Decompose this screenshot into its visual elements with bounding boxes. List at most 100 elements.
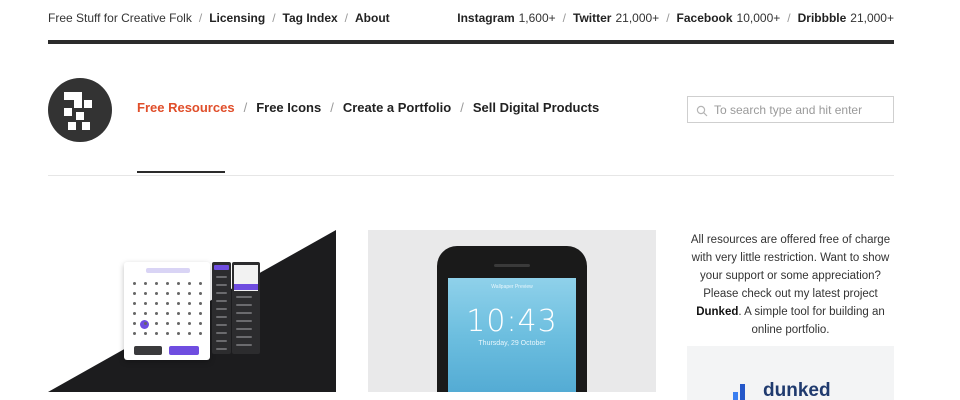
month-entry-line xyxy=(236,304,252,306)
calendar-day-dot xyxy=(155,332,158,335)
calendar-day-dot xyxy=(133,302,136,305)
wallpaper-caption: Wallpaper Preview xyxy=(491,284,533,290)
instagram-count: 1,600+ xyxy=(518,11,556,25)
calendar-day-dot xyxy=(155,282,158,285)
month-list-preview xyxy=(232,262,260,354)
year-entry-line xyxy=(216,316,227,318)
year-entry-line xyxy=(216,308,227,310)
calendar-day-dot xyxy=(133,332,136,335)
licensing-link[interactable]: Licensing xyxy=(209,11,265,25)
site-logo[interactable] xyxy=(48,78,112,142)
instagram-link[interactable]: Instagram xyxy=(457,11,514,25)
nav-free-resources[interactable]: Free Resources xyxy=(137,100,235,115)
calendar-day-dot xyxy=(199,332,202,335)
calendar-day-dot xyxy=(199,292,202,295)
dunked-logo-bar xyxy=(740,384,745,400)
logo-pixel xyxy=(84,100,92,108)
header-divider xyxy=(48,40,894,44)
month-entry-line xyxy=(236,296,252,298)
calendar-day-dot xyxy=(166,332,169,335)
calendar-day-dot xyxy=(144,332,147,335)
twitter-link[interactable]: Twitter xyxy=(573,11,611,25)
separator: / xyxy=(460,100,464,115)
search-icon xyxy=(696,104,708,116)
nav-sell-digital-products[interactable]: Sell Digital Products xyxy=(473,100,599,115)
calendar-day-dot xyxy=(166,292,169,295)
top-bar-left: Free Stuff for Creative Folk / Licensing… xyxy=(48,11,390,25)
calendar-day-dot xyxy=(155,302,158,305)
calendar-day-dot xyxy=(133,282,136,285)
calendar-header xyxy=(146,268,190,273)
month-entry-line xyxy=(236,328,252,330)
calendar-day-dot xyxy=(177,292,180,295)
calendar-day-dot xyxy=(155,322,158,325)
separator: / xyxy=(272,11,276,25)
calendar-day-dot xyxy=(199,322,202,325)
year-entry-line xyxy=(216,324,227,326)
selected-year xyxy=(214,265,229,270)
selected-month xyxy=(234,284,258,290)
year-entry-line xyxy=(216,348,227,350)
twitter-count: 21,000+ xyxy=(615,11,660,25)
year-entry-line xyxy=(216,292,227,294)
calendar-day-dot xyxy=(133,292,136,295)
resource-thumbnail-date-picker[interactable] xyxy=(48,230,336,392)
sidebar-text-outro: . A simple tool for building an online p… xyxy=(738,306,885,336)
nav-free-icons[interactable]: Free Icons xyxy=(256,100,321,115)
calendar-day-dot xyxy=(177,302,180,305)
dunked-link[interactable]: Dunked xyxy=(696,306,738,318)
calendar-day-dot xyxy=(155,292,158,295)
separator: / xyxy=(562,11,567,25)
dunked-logo-bar xyxy=(733,392,738,400)
separator: / xyxy=(330,100,334,115)
month-entry-line xyxy=(236,344,252,346)
calendar-day-dot xyxy=(166,302,169,305)
calendar-day-dot xyxy=(144,322,147,325)
calendar-day-dot xyxy=(177,322,180,325)
logo-pixel xyxy=(74,100,82,108)
sidebar-about-text: All resources are offered free of charge… xyxy=(687,231,894,339)
calendar-day-dot xyxy=(199,282,202,285)
dunked-logo-icon xyxy=(733,384,745,400)
search-box[interactable] xyxy=(687,96,894,123)
nav-create-portfolio[interactable]: Create a Portfolio xyxy=(343,100,451,115)
dribbble-link[interactable]: Dribbble xyxy=(798,11,847,25)
dribbble-count: 21,000+ xyxy=(850,11,894,25)
sidebar-text-intro: All resources are offered free of charge… xyxy=(690,234,891,300)
main-navigation: Free Resources / Free Icons / Create a P… xyxy=(137,100,599,115)
social-links: Instagram 1,600+ / Twitter 21,000+ / Fac… xyxy=(457,11,894,25)
year-entry-line xyxy=(216,276,227,278)
calendar-day-dot xyxy=(155,312,158,315)
calendar-day-dot xyxy=(188,292,191,295)
calendar-day-dot xyxy=(177,282,180,285)
logo-pixel xyxy=(68,122,76,130)
calendar-day-dot xyxy=(144,302,147,305)
year-entry-line xyxy=(216,284,227,286)
logo-pixel xyxy=(64,108,72,116)
about-link[interactable]: About xyxy=(355,11,390,25)
calendar-day-dot xyxy=(188,312,191,315)
lock-screen-content: Wallpaper Preview 10:43 Thursday, 29 Oct… xyxy=(448,278,576,392)
year-list-preview xyxy=(212,262,231,354)
calendar-day-dot xyxy=(133,322,136,325)
active-nav-indicator xyxy=(137,171,225,173)
year-entry-line xyxy=(216,340,227,342)
logo-pixel xyxy=(76,112,84,120)
resource-thumbnail-phone-mockup[interactable]: Wallpaper Preview 10:43 Thursday, 29 Oct… xyxy=(368,230,656,392)
dunked-promo-banner[interactable]: dunked xyxy=(687,346,894,400)
year-entry-line xyxy=(216,332,227,334)
calendar-day-dot xyxy=(144,292,147,295)
search-input[interactable] xyxy=(714,102,889,117)
logo-pixel xyxy=(64,92,82,100)
separator: / xyxy=(198,11,203,25)
calendar-day-dot xyxy=(144,282,147,285)
facebook-link[interactable]: Facebook xyxy=(677,11,733,25)
calendar-day-dot xyxy=(199,312,202,315)
tag-index-link[interactable]: Tag Index xyxy=(283,11,338,25)
calendar-day-dot xyxy=(177,312,180,315)
month-entry-line xyxy=(236,312,252,314)
lock-screen-time: 10:43 xyxy=(466,304,558,339)
top-bar: Free Stuff for Creative Folk / Licensing… xyxy=(48,9,894,27)
calendar-confirm-button-preview xyxy=(169,346,199,355)
calendar-day-dot xyxy=(188,322,191,325)
